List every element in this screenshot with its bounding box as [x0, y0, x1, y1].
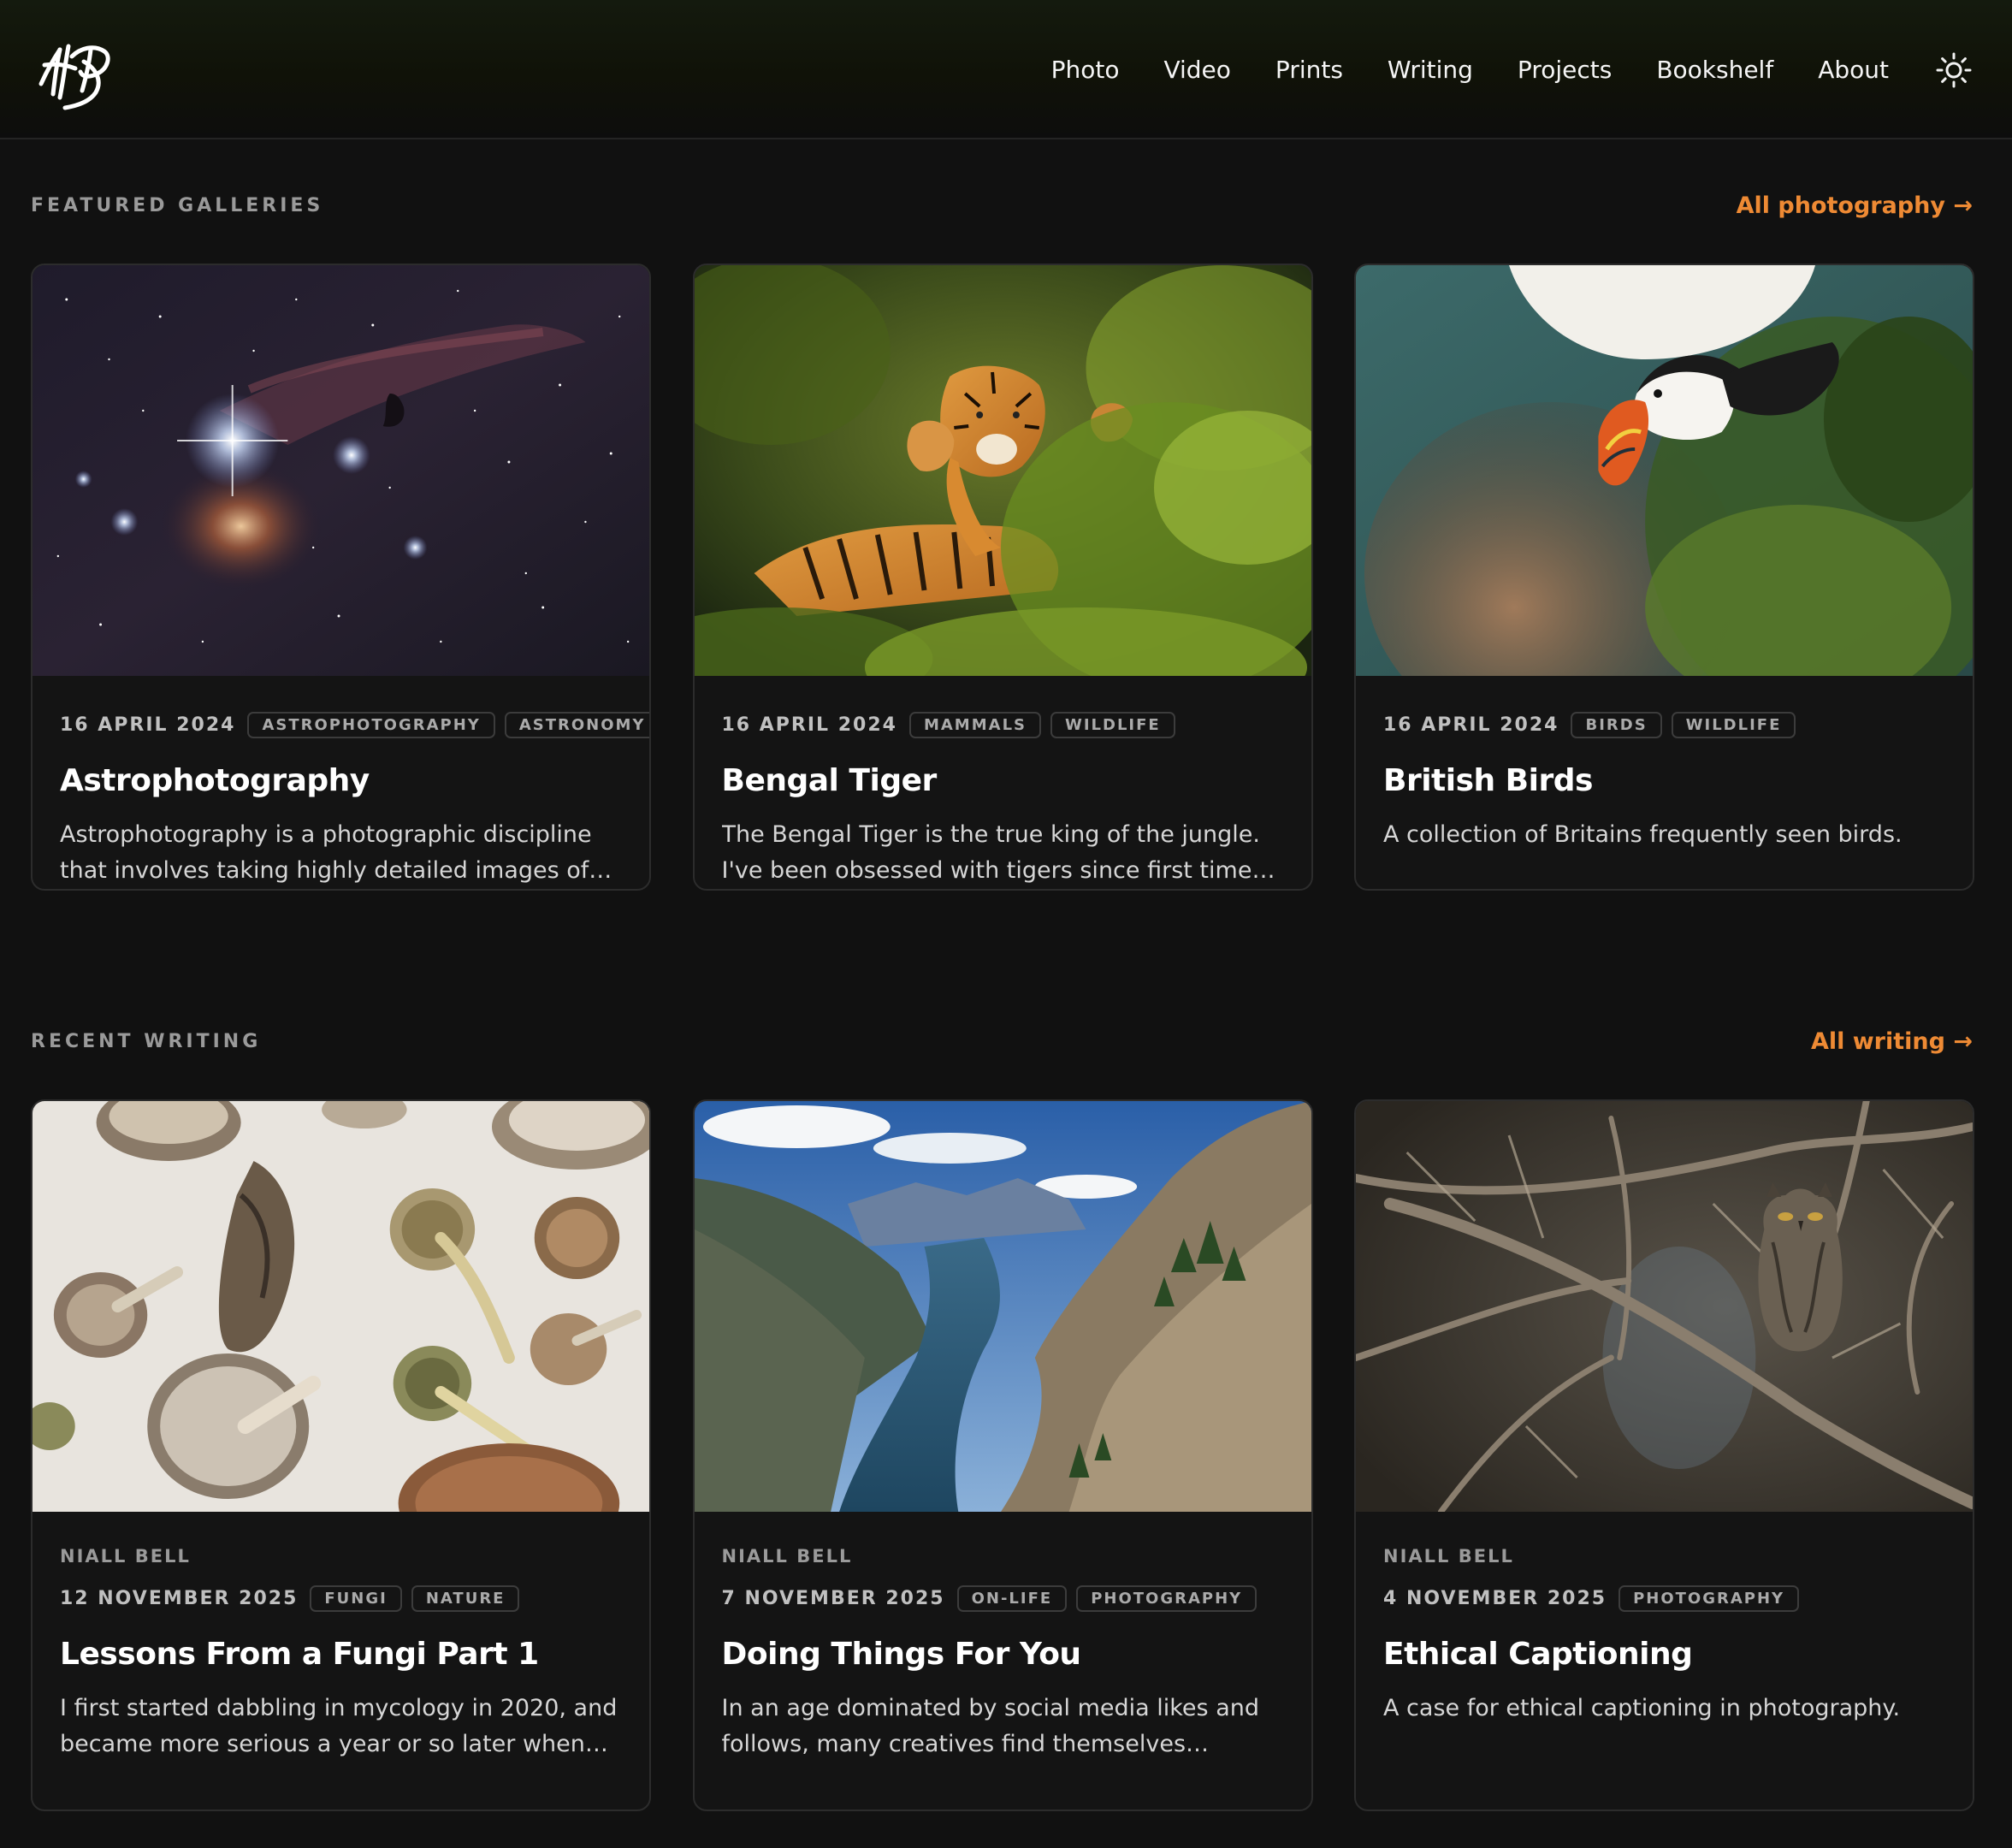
nav-bookshelf[interactable]: Bookshelf	[1656, 56, 1773, 84]
all-writing-link[interactable]: All writing →	[1811, 1028, 1973, 1055]
card-date: 16 APRIL 2024	[721, 714, 897, 736]
card-title[interactable]: Doing Things For You	[722, 1637, 1284, 1672]
gallery-card[interactable]: 16 APRIL 2024 BIRDS WILDLIFE British Bir…	[1354, 264, 1974, 891]
card-body: NIALL BELL 4 NOVEMBER 2025 PHOTOGRAPHY E…	[1356, 1512, 1973, 1727]
tiger-photo	[694, 265, 1311, 676]
card-meta: 16 APRIL 2024 BIRDS WILDLIFE	[1383, 710, 1945, 739]
card-body: NIALL BELL 7 NOVEMBER 2025 ON-LIFE PHOTO…	[695, 1512, 1311, 1762]
card-meta: 16 APRIL 2024 ASTROPHOTOGRAPHY ASTRONOMY	[60, 710, 649, 739]
owl-photo	[1356, 1101, 1973, 1512]
writing-header: RECENT WRITING All writing →	[31, 1024, 1973, 1058]
gallery-card[interactable]: 16 APRIL 2024 ASTROPHOTOGRAPHY ASTRONOMY…	[31, 264, 651, 891]
galleries-header: FEATURED GALLERIES All photography →	[31, 188, 1973, 222]
signature-logo-icon[interactable]	[34, 31, 120, 116]
nav-prints[interactable]: Prints	[1275, 56, 1343, 84]
card-author: NIALL BELL	[721, 1546, 853, 1567]
nav-projects[interactable]: Projects	[1518, 56, 1612, 84]
card-date: 16 APRIL 2024	[1383, 714, 1559, 736]
nav-writing[interactable]: Writing	[1388, 56, 1473, 84]
tag-badge[interactable]: ON-LIFE	[956, 1584, 1068, 1612]
nav-video[interactable]: Video	[1163, 56, 1230, 84]
card-title[interactable]: Lessons From a Fungi Part 1	[60, 1637, 622, 1672]
writing-card[interactable]: NIALL BELL 12 NOVEMBER 2025 FUNGI NATURE…	[31, 1099, 651, 1811]
card-description: A case for ethical captioning in photogr…	[1383, 1695, 1901, 1721]
section-label: RECENT WRITING	[31, 1030, 262, 1052]
card-body: 16 APRIL 2024 MAMMALS WILDLIFE Bengal Ti…	[695, 676, 1311, 889]
card-body: NIALL BELL 12 NOVEMBER 2025 FUNGI NATURE…	[33, 1512, 649, 1762]
fungi-photo	[33, 1101, 649, 1512]
tag-badge[interactable]: WILDLIFE	[1050, 711, 1175, 738]
tag-badge[interactable]: PHOTOGRAPHY	[1618, 1584, 1800, 1612]
tag-badge[interactable]: WILDLIFE	[1671, 711, 1796, 738]
card-author: NIALL BELL	[60, 1546, 191, 1567]
tag-badge[interactable]: BIRDS	[1571, 711, 1662, 738]
card-date: 16 APRIL 2024	[60, 714, 236, 736]
tag-badge[interactable]: FUNGI	[310, 1584, 402, 1612]
card-title[interactable]: British Birds	[1383, 763, 1945, 798]
card-date: 7 NOVEMBER 2025	[721, 1587, 945, 1609]
card-date: 12 NOVEMBER 2025	[60, 1587, 299, 1609]
writing-card[interactable]: NIALL BELL 7 NOVEMBER 2025 ON-LIFE PHOTO…	[692, 1099, 1313, 1811]
card-meta: 12 NOVEMBER 2025 FUNGI NATURE	[60, 1584, 622, 1613]
section-label: FEATURED GALLERIES	[31, 194, 324, 216]
card-title[interactable]: Bengal Tiger	[722, 763, 1284, 798]
nebula-photo	[33, 265, 649, 676]
nav-photo[interactable]: Photo	[1051, 56, 1120, 84]
galleries-grid: 16 APRIL 2024 ASTROPHOTOGRAPHY ASTRONOMY…	[31, 264, 1974, 891]
puffin-photo	[1356, 265, 1973, 676]
card-body: 16 APRIL 2024 ASTROPHOTOGRAPHY ASTRONOMY…	[33, 676, 649, 889]
lake-landscape-photo	[694, 1101, 1311, 1512]
card-description: In an age dominated by social media like…	[721, 1695, 1260, 1757]
sun-icon[interactable]	[1935, 51, 1973, 89]
writing-grid: NIALL BELL 12 NOVEMBER 2025 FUNGI NATURE…	[31, 1099, 1974, 1811]
card-body: 16 APRIL 2024 BIRDS WILDLIFE British Bir…	[1356, 676, 1973, 853]
all-photography-link[interactable]: All photography →	[1737, 192, 1973, 219]
card-author: NIALL BELL	[1383, 1546, 1514, 1567]
tag-badge[interactable]: ASTRONOMY	[504, 711, 649, 738]
tag-badge[interactable]: NATURE	[411, 1584, 520, 1612]
tag-badge[interactable]: MAMMALS	[908, 711, 1041, 738]
card-description: A collection of Britains frequently seen…	[1383, 821, 1903, 848]
tag-badge[interactable]: ASTROPHOTOGRAPHY	[247, 711, 495, 738]
card-meta: 16 APRIL 2024 MAMMALS WILDLIFE	[722, 710, 1284, 739]
writing-card[interactable]: NIALL BELL 4 NOVEMBER 2025 PHOTOGRAPHY E…	[1354, 1099, 1974, 1811]
card-title[interactable]: Ethical Captioning	[1383, 1637, 1945, 1672]
card-meta: 4 NOVEMBER 2025 PHOTOGRAPHY	[1383, 1584, 1945, 1613]
card-description: The Bengal Tiger is the true king of the…	[721, 821, 1260, 884]
card-description: Astrophotography is a photographic disci…	[60, 821, 612, 884]
card-meta: 7 NOVEMBER 2025 ON-LIFE PHOTOGRAPHY	[722, 1584, 1284, 1613]
card-title[interactable]: Astrophotography	[60, 763, 622, 798]
gallery-card[interactable]: 16 APRIL 2024 MAMMALS WILDLIFE Bengal Ti…	[692, 264, 1313, 891]
card-description: I first started dabbling in mycology in …	[60, 1695, 618, 1757]
site-header: Photo Video Prints Writing Projects Book…	[0, 0, 2012, 139]
nav-about[interactable]: About	[1818, 56, 1889, 84]
main-nav: Photo Video Prints Writing Projects Book…	[1051, 0, 2012, 139]
card-date: 4 NOVEMBER 2025	[1383, 1587, 1607, 1609]
tag-badge[interactable]: PHOTOGRAPHY	[1076, 1584, 1258, 1612]
